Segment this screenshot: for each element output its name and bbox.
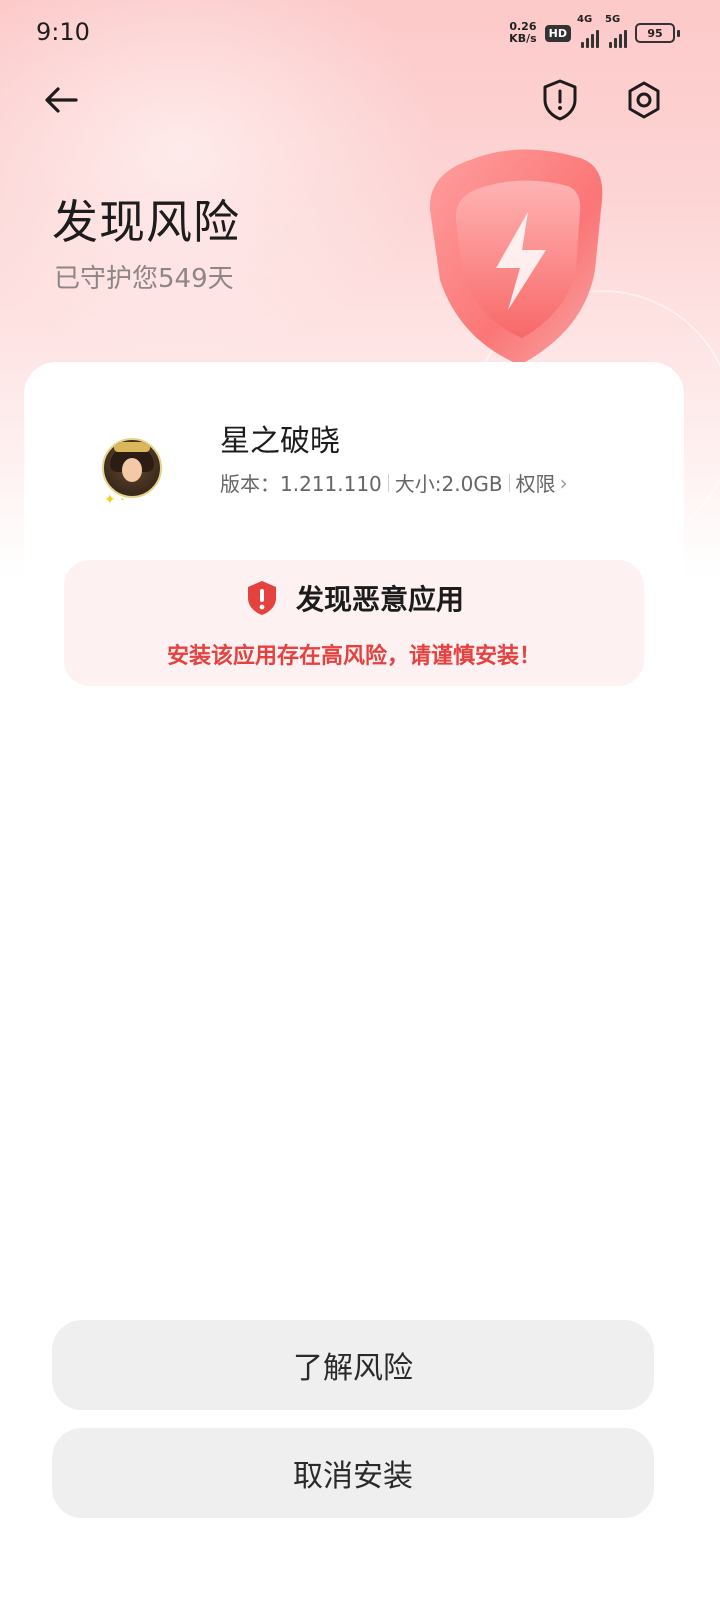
network-5g-label: 5G — [605, 14, 621, 25]
network-speed-unit: KB/s — [509, 32, 537, 45]
status-time: 9:10 — [36, 18, 90, 46]
signal-5g-icon: 5G — [605, 14, 627, 48]
signal-bar — [619, 34, 622, 48]
signal-bar — [624, 30, 627, 48]
app-icon-hat — [114, 442, 150, 452]
status-icons: 0.26 KB/s HD 4G 5G 95 — [509, 14, 680, 48]
arrow-left-icon — [45, 87, 78, 113]
signal-bar — [581, 42, 584, 48]
app-meta: 版本：1.211.110 大小:2.0GB 权限 › — [220, 468, 568, 497]
signal-bar — [614, 38, 617, 48]
network-4g-label: 4G — [577, 14, 593, 25]
app-name: 星之破晓 — [220, 424, 340, 459]
settings-icon — [628, 81, 660, 119]
app-size: 大小:2.0GB — [394, 472, 503, 496]
risk-screen: 9:10 0.26 KB/s HD 4G 5G 95 发现风险 已守护您549天… — [0, 0, 720, 1600]
hd-badge: HD — [544, 24, 571, 42]
security-button[interactable] — [532, 72, 588, 128]
back-button[interactable] — [34, 72, 90, 128]
app-icon — [102, 438, 162, 498]
permissions-label: 权限 — [515, 472, 556, 496]
app-version: 版本：1.211.110 — [220, 472, 382, 496]
learn-risk-button[interactable]: 了解风险 — [52, 1320, 654, 1410]
warning-message: 安装该应用存在高风险，请谨慎安装！ — [166, 644, 541, 669]
warning-header: 发现恶意应用 — [64, 578, 644, 618]
signal-4g-icon: 4G — [577, 14, 599, 48]
signal-bar — [609, 42, 612, 48]
signal-bar — [591, 34, 594, 48]
danger-shield-icon — [247, 581, 276, 615]
sparkle-icon: ✦ · — [104, 492, 125, 508]
chevron-right-icon: › — [559, 470, 568, 495]
status-bar: 9:10 0.26 KB/s HD 4G 5G 95 — [0, 0, 720, 64]
battery-cap — [677, 29, 680, 37]
cancel-install-button[interactable]: 取消安装 — [52, 1428, 654, 1518]
signal-bar — [586, 38, 589, 48]
protection-days: 已守护您549天 — [54, 264, 234, 294]
permissions-link[interactable]: 权限 › — [516, 468, 568, 497]
signal-bar — [596, 30, 599, 48]
battery-icon: 95 — [635, 23, 680, 43]
settings-button[interactable] — [616, 72, 672, 128]
hero-shield-icon — [429, 149, 603, 365]
meta-divider — [508, 473, 510, 492]
page-title: 发现风险 — [52, 195, 240, 249]
battery-level: 95 — [635, 23, 675, 43]
app-info-card: ✦ · 星之破晓 版本：1.211.110 大小:2.0GB 权限 › 发现恶意… — [24, 362, 684, 1600]
malicious-warning: 发现恶意应用 安装该应用存在高风险，请谨慎安装！ — [64, 560, 644, 686]
network-speed: 0.26 KB/s — [509, 21, 536, 45]
warning-title: 发现恶意应用 — [295, 583, 464, 616]
shield-alert-icon — [543, 79, 577, 121]
meta-divider — [387, 473, 389, 492]
app-icon-face — [122, 458, 142, 482]
